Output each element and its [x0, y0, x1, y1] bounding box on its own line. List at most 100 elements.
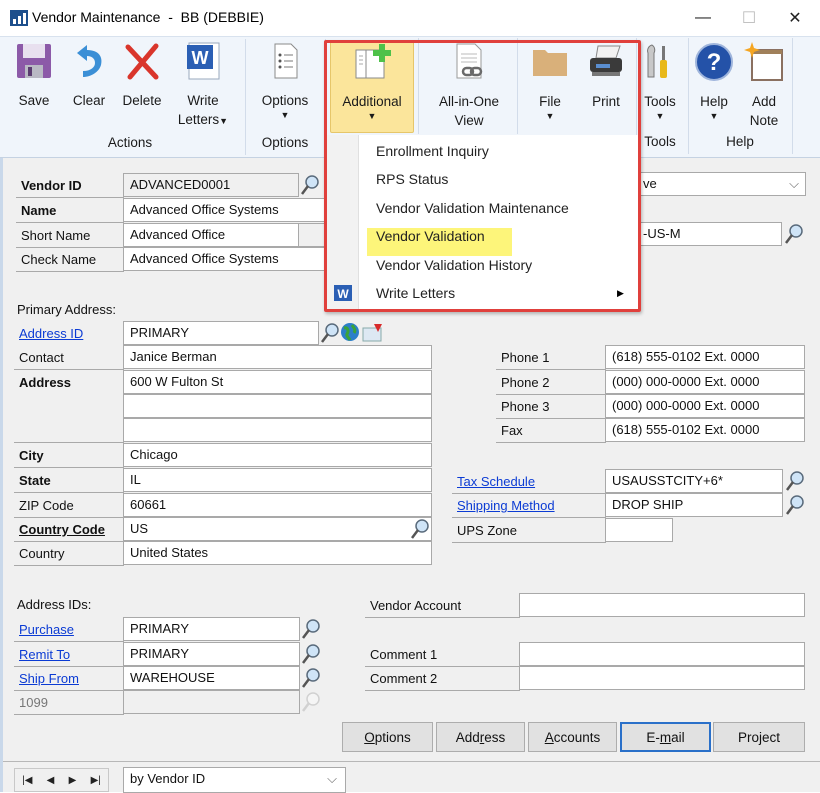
- address-btn-pre: Add: [455, 729, 480, 745]
- help-button[interactable]: ? Help ▼: [694, 42, 734, 132]
- email-btn-accel: m: [659, 729, 672, 745]
- class-field[interactable]: -US-M: [636, 222, 782, 246]
- write-letters-label-line2: Letters: [177, 112, 220, 127]
- lookup-icon[interactable]: [300, 174, 320, 196]
- vendor-account-field[interactable]: [519, 593, 805, 617]
- contact-field[interactable]: Janice Berman: [123, 345, 432, 369]
- vendor-id-label: Vendor ID: [16, 174, 124, 198]
- ups-zone-field[interactable]: [605, 518, 673, 542]
- phone1-label: Phone 1: [496, 346, 606, 370]
- country-code-link[interactable]: Country Code: [14, 518, 124, 542]
- lookup-icon[interactable]: [301, 618, 321, 640]
- phone3-field[interactable]: (000) 000-0000 Ext. 0000: [605, 394, 805, 418]
- shipping-method-field[interactable]: DROP SHIP: [605, 493, 783, 517]
- accounts-button[interactable]: Accounts: [528, 722, 617, 752]
- tools-button[interactable]: Tools ▼: [638, 42, 682, 132]
- zip-code-field[interactable]: 60661: [123, 493, 432, 517]
- svg-text:W: W: [192, 48, 209, 68]
- address-button[interactable]: Add r ess: [436, 722, 525, 752]
- phone1-field[interactable]: (618) 555-0102 Ext. 0000: [605, 345, 805, 369]
- separator: [418, 38, 419, 134]
- comment2-field[interactable]: [519, 666, 805, 690]
- address-line3-field[interactable]: [123, 418, 432, 442]
- word-icon: W: [334, 285, 352, 301]
- options-button[interactable]: Options: [342, 722, 433, 752]
- vendor-id-field[interactable]: ADVANCED0001: [123, 173, 299, 197]
- shipping-method-link[interactable]: Shipping Method: [452, 494, 606, 518]
- fax-field[interactable]: (618) 555-0102 Ext. 0000: [605, 418, 805, 442]
- last-record-button[interactable]: ▶|: [91, 775, 101, 786]
- city-field[interactable]: Chicago: [123, 443, 432, 467]
- comment1-field[interactable]: [519, 642, 805, 666]
- lookup-icon[interactable]: [785, 470, 805, 492]
- clear-button[interactable]: Clear: [68, 41, 110, 131]
- lookup-icon[interactable]: [785, 494, 805, 516]
- 1099-field: [123, 690, 300, 714]
- additional-dropdown-menu: Enrollment Inquiry RPS Status Vendor Val…: [327, 135, 638, 309]
- sort-by-value: by Vendor ID: [130, 771, 206, 786]
- close-button[interactable]: ✕: [772, 0, 818, 36]
- menu-item-vendor-validation-history[interactable]: Vendor Validation History: [376, 257, 532, 273]
- menu-item-vendor-validation-maintenance[interactable]: Vendor Validation Maintenance: [376, 200, 569, 216]
- first-record-button[interactable]: |◀: [22, 775, 32, 786]
- all-in-one-view-button[interactable]: All-in-One View: [424, 42, 514, 132]
- minimize-button[interactable]: —: [680, 0, 726, 36]
- word-icon: W: [187, 42, 220, 80]
- map-pin-icon[interactable]: [362, 322, 384, 342]
- previous-record-button[interactable]: ◀: [47, 775, 55, 786]
- phone2-label: Phone 2: [496, 371, 606, 395]
- menu-item-write-letters[interactable]: Write Letters: [376, 285, 455, 301]
- project-button[interactable]: Project: [713, 722, 805, 752]
- remit-to-field[interactable]: PRIMARY: [123, 642, 300, 666]
- tax-schedule-field[interactable]: USAUSSTCITY+6*: [605, 469, 783, 493]
- add-note-button[interactable]: Add Note: [742, 42, 786, 132]
- check-name-field[interactable]: Advanced Office Systems: [123, 247, 333, 271]
- file-button[interactable]: File ▼: [528, 42, 572, 132]
- maximize-button[interactable]: ☐: [726, 0, 772, 36]
- options-btn-accel: O: [364, 729, 375, 745]
- state-field[interactable]: IL: [123, 468, 432, 492]
- all-in-one-label: All-in-One: [438, 94, 500, 109]
- 1099-label: 1099: [14, 691, 124, 715]
- submenu-arrow-icon: ▶: [617, 288, 624, 298]
- lookup-icon[interactable]: [784, 223, 804, 245]
- comment2-label: Comment 2: [365, 667, 520, 691]
- menu-item-enrollment-inquiry[interactable]: Enrollment Inquiry: [376, 143, 489, 159]
- purchase-link[interactable]: Purchase: [14, 618, 124, 642]
- country-field[interactable]: United States: [123, 541, 432, 565]
- write-letters-button[interactable]: W Write Letters▼: [176, 41, 230, 131]
- additional-button[interactable]: Additional ▼: [332, 42, 412, 132]
- ship-from-link[interactable]: Ship From: [14, 667, 124, 691]
- remit-to-link[interactable]: Remit To: [14, 643, 124, 667]
- chevron-down-icon: ⌵: [327, 771, 337, 786]
- name-field[interactable]: Advanced Office Systems: [123, 198, 333, 222]
- save-label: Save: [18, 93, 50, 108]
- address-id-field[interactable]: PRIMARY: [123, 321, 319, 345]
- address-label-spacer: [14, 395, 124, 443]
- lookup-icon[interactable]: [410, 518, 430, 540]
- menu-item-rps-status[interactable]: RPS Status: [376, 171, 448, 187]
- tax-schedule-link[interactable]: Tax Schedule: [452, 470, 606, 494]
- menu-item-vendor-validation[interactable]: Vendor Validation: [376, 228, 485, 244]
- address-line2-field[interactable]: [123, 394, 432, 418]
- ship-from-field[interactable]: WAREHOUSE: [123, 666, 300, 690]
- email-button[interactable]: E-m ail: [620, 722, 711, 752]
- lookup-icon[interactable]: [320, 322, 340, 344]
- save-button[interactable]: Save: [14, 41, 54, 131]
- status-dropdown[interactable]: ve ⌵: [636, 172, 806, 196]
- print-button[interactable]: Print: [582, 42, 630, 132]
- chevron-down-icon: ▼: [655, 111, 665, 121]
- options-ribbon-button[interactable]: Options ▼: [254, 41, 316, 131]
- lookup-icon[interactable]: [301, 643, 321, 665]
- delete-button[interactable]: Delete: [118, 41, 166, 131]
- lookup-icon[interactable]: [301, 667, 321, 689]
- short-name-field[interactable]: Advanced Office: [123, 223, 299, 247]
- address-id-link[interactable]: Address ID: [14, 322, 124, 346]
- phone2-field[interactable]: (000) 000-0000 Ext. 0000: [605, 370, 805, 394]
- country-code-field[interactable]: US: [123, 517, 432, 541]
- sort-by-dropdown[interactable]: by Vendor ID ⌵: [123, 767, 346, 793]
- globe-icon[interactable]: [340, 322, 360, 342]
- next-record-button[interactable]: ▶: [69, 775, 77, 786]
- purchase-field[interactable]: PRIMARY: [123, 617, 300, 641]
- address-line1-field[interactable]: 600 W Fulton St: [123, 370, 432, 394]
